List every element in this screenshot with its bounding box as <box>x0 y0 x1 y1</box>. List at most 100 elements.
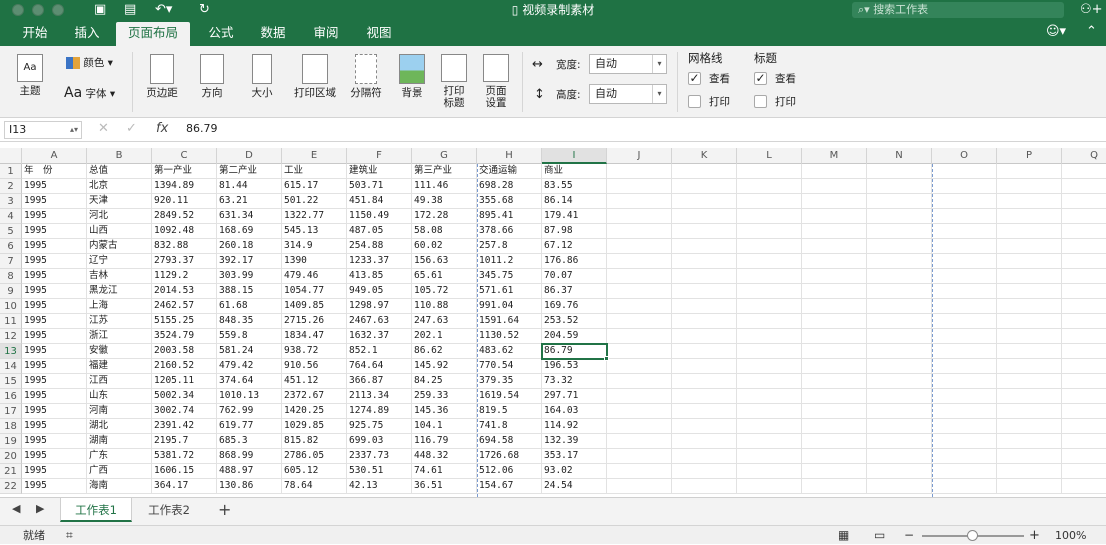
cell-F22[interactable]: 42.13 <box>347 479 412 494</box>
cell-P13[interactable] <box>997 344 1062 359</box>
cell-G2[interactable]: 111.46 <box>412 179 477 194</box>
cell-D5[interactable]: 168.69 <box>217 224 282 239</box>
cell-Q2[interactable] <box>1062 179 1106 194</box>
cell-H7[interactable]: 1011.2 <box>477 254 542 269</box>
cell-K1[interactable] <box>672 164 737 179</box>
background-button[interactable]: 背景 <box>396 54 428 99</box>
cell-K8[interactable] <box>672 269 737 284</box>
cell-P9[interactable] <box>997 284 1062 299</box>
cell-F20[interactable]: 2337.73 <box>347 449 412 464</box>
cell-O16[interactable] <box>932 389 997 404</box>
column-header-L[interactable]: L <box>737 148 802 164</box>
cell-F9[interactable]: 949.05 <box>347 284 412 299</box>
cell-Q11[interactable] <box>1062 314 1106 329</box>
cell-P20[interactable] <box>997 449 1062 464</box>
cell-N19[interactable] <box>867 434 932 449</box>
tab-view[interactable]: 视图 <box>356 22 402 46</box>
cell-M21[interactable] <box>802 464 867 479</box>
cell-N4[interactable] <box>867 209 932 224</box>
cell-O2[interactable] <box>932 179 997 194</box>
headings-print-checkbox[interactable] <box>754 95 767 108</box>
cell-O21[interactable] <box>932 464 997 479</box>
cell-Q22[interactable] <box>1062 479 1106 494</box>
cell-A14[interactable]: 1995 <box>22 359 87 374</box>
cell-N11[interactable] <box>867 314 932 329</box>
row-header[interactable]: 1 <box>0 164 22 179</box>
cell-J7[interactable] <box>607 254 672 269</box>
cell-N6[interactable] <box>867 239 932 254</box>
cell-D19[interactable]: 685.3 <box>217 434 282 449</box>
cell-K11[interactable] <box>672 314 737 329</box>
cell-M12[interactable] <box>802 329 867 344</box>
tab-formulas[interactable]: 公式 <box>198 22 244 46</box>
row-header[interactable]: 15 <box>0 374 22 389</box>
cell-L8[interactable] <box>737 269 802 284</box>
cell-A22[interactable]: 1995 <box>22 479 87 494</box>
gridlines-print-checkbox[interactable] <box>688 95 701 108</box>
cell-I5[interactable]: 87.98 <box>542 224 607 239</box>
cell-J4[interactable] <box>607 209 672 224</box>
cell-Q17[interactable] <box>1062 404 1106 419</box>
cell-Q19[interactable] <box>1062 434 1106 449</box>
column-header-N[interactable]: N <box>867 148 932 164</box>
zoom-slider[interactable] <box>922 530 1024 541</box>
cell-M10[interactable] <box>802 299 867 314</box>
cell-C15[interactable]: 1205.11 <box>152 374 217 389</box>
cell-O19[interactable] <box>932 434 997 449</box>
cell-J10[interactable] <box>607 299 672 314</box>
cell-N7[interactable] <box>867 254 932 269</box>
cell-E18[interactable]: 1029.85 <box>282 419 347 434</box>
cell-L10[interactable] <box>737 299 802 314</box>
cell-H21[interactable]: 512.06 <box>477 464 542 479</box>
worksheet-grid[interactable]: ABCDEFGHIJKLMNOPQ 1年 份总值 第一产业 第二产业 工业 建筑业 第三产… <box>0 148 1106 497</box>
cell-L3[interactable] <box>737 194 802 209</box>
cell-B18[interactable]: 湖北 <box>87 419 152 434</box>
cell-B12[interactable]: 浙江 <box>87 329 152 344</box>
cell-J3[interactable] <box>607 194 672 209</box>
macro-record-icon[interactable]: ⌗ <box>66 526 73 545</box>
cell-C22[interactable]: 364.17 <box>152 479 217 494</box>
cell-G13[interactable]: 86.62 <box>412 344 477 359</box>
size-button[interactable]: 大小 <box>242 54 282 99</box>
cell-L21[interactable] <box>737 464 802 479</box>
cell-J16[interactable] <box>607 389 672 404</box>
cell-B21[interactable]: 广西 <box>87 464 152 479</box>
tab-review[interactable]: 审阅 <box>303 22 349 46</box>
cell-K18[interactable] <box>672 419 737 434</box>
cell-N17[interactable] <box>867 404 932 419</box>
cell-D17[interactable]: 762.99 <box>217 404 282 419</box>
cell-P5[interactable] <box>997 224 1062 239</box>
cell-C13[interactable]: 2003.58 <box>152 344 217 359</box>
cell-L18[interactable] <box>737 419 802 434</box>
cell-D1[interactable]: 第二产业 <box>217 164 282 179</box>
cell-I22[interactable]: 24.54 <box>542 479 607 494</box>
cell-O4[interactable] <box>932 209 997 224</box>
cell-Q6[interactable] <box>1062 239 1106 254</box>
normal-view-icon[interactable]: ▦ <box>838 526 849 545</box>
cell-L7[interactable] <box>737 254 802 269</box>
page-setup-button[interactable]: 页面 设置 <box>480 54 512 109</box>
cell-P14[interactable] <box>997 359 1062 374</box>
cell-Q16[interactable] <box>1062 389 1106 404</box>
cell-E19[interactable]: 815.82 <box>282 434 347 449</box>
cell-J11[interactable] <box>607 314 672 329</box>
cell-D22[interactable]: 130.86 <box>217 479 282 494</box>
row-header[interactable]: 18 <box>0 419 22 434</box>
cell-C7[interactable]: 2793.37 <box>152 254 217 269</box>
cell-A5[interactable]: 1995 <box>22 224 87 239</box>
cell-B5[interactable]: 山西 <box>87 224 152 239</box>
row-header[interactable]: 12 <box>0 329 22 344</box>
column-header-P[interactable]: P <box>997 148 1062 164</box>
cell-H9[interactable]: 571.61 <box>477 284 542 299</box>
cell-C11[interactable]: 5155.25 <box>152 314 217 329</box>
cell-I19[interactable]: 132.39 <box>542 434 607 449</box>
cell-F19[interactable]: 699.03 <box>347 434 412 449</box>
cell-M22[interactable] <box>802 479 867 494</box>
cell-H5[interactable]: 378.66 <box>477 224 542 239</box>
cell-H8[interactable]: 345.75 <box>477 269 542 284</box>
cell-D12[interactable]: 559.8 <box>217 329 282 344</box>
cell-A15[interactable]: 1995 <box>22 374 87 389</box>
cell-D6[interactable]: 260.18 <box>217 239 282 254</box>
cell-F10[interactable]: 1298.97 <box>347 299 412 314</box>
cell-E11[interactable]: 2715.26 <box>282 314 347 329</box>
